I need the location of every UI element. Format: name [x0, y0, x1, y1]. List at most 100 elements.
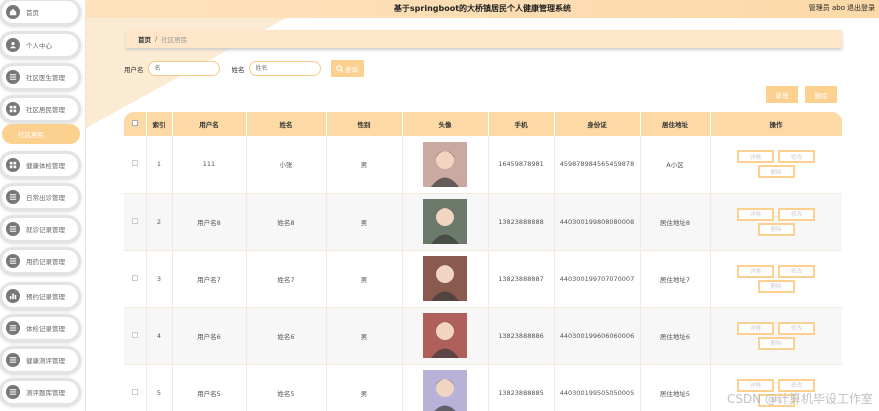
- cell-address: 居住地址5: [640, 364, 711, 411]
- cell-actions: 详情 修改 删除: [710, 250, 842, 308]
- detail-button[interactable]: 详情: [737, 264, 774, 278]
- edit-button[interactable]: 修改: [778, 150, 815, 164]
- row-checkbox[interactable]: [124, 307, 147, 365]
- logout-link[interactable]: 退出登录: [847, 3, 875, 13]
- sidebar-item-5[interactable]: 日常出诊管理: [2, 186, 78, 208]
- delete-row-button[interactable]: 删除: [757, 165, 795, 179]
- cell-phone: 13823888887: [488, 250, 555, 308]
- grid-icon: [6, 102, 20, 116]
- sidebar-item-11[interactable]: 测评题库管理: [2, 381, 78, 403]
- username-input[interactable]: [147, 61, 220, 76]
- watermark: CSDN @计算机毕设工作室: [726, 392, 873, 406]
- list-icon: [6, 353, 20, 367]
- cell-address: 居住地址6: [640, 307, 711, 365]
- row-checkbox[interactable]: [124, 136, 147, 194]
- col-header-actions: 操作: [710, 112, 842, 136]
- cell-gender: 男: [326, 136, 403, 194]
- cell-phone: 16459878981: [488, 136, 555, 194]
- cell-gender: 男: [326, 250, 403, 308]
- delete-row-button[interactable]: 删除: [757, 222, 795, 236]
- delete-button[interactable]: 删除: [805, 86, 837, 103]
- cell-username: 用户名6: [172, 307, 247, 365]
- sidebar-item-6[interactable]: 就诊记录管理: [2, 218, 78, 240]
- delete-row-button[interactable]: 删除: [757, 279, 795, 293]
- app-title: 基于springboot的大桥镇居民个人健康管理系统: [393, 4, 572, 13]
- sidebar-item-10[interactable]: 健康测评管理: [2, 349, 78, 371]
- home-icon: [6, 5, 20, 19]
- sidebar-item-2[interactable]: 社区医生管理: [2, 66, 78, 88]
- sidebar-item-0[interactable]: 首页: [2, 1, 78, 23]
- avatar-image: [423, 313, 467, 358]
- table-header-row: 索引 用户名 姓名 性别 头像 手机 身份证 居住地址 操作: [124, 112, 842, 136]
- search-icon: [336, 64, 344, 73]
- query-button-label: 查询: [345, 65, 358, 74]
- edit-button[interactable]: 修改: [778, 264, 815, 278]
- col-header-address: 居住地址: [640, 112, 711, 136]
- breadcrumb: 首页 / 社区居民: [126, 30, 842, 48]
- list-icon: [6, 222, 20, 236]
- cell-address: A小区: [640, 136, 711, 194]
- query-button[interactable]: 查询: [330, 60, 364, 77]
- breadcrumb-home[interactable]: 首页: [138, 34, 151, 44]
- sidebar-item-label: 健康测评管理: [26, 357, 65, 365]
- col-header-gender: 性别: [326, 112, 403, 136]
- username-label: 用户名: [124, 65, 144, 74]
- breadcrumb-current: 社区居民: [161, 36, 188, 44]
- avatar-image: [423, 199, 467, 244]
- search-bar: 用户名 姓名 查询: [124, 60, 364, 77]
- sidebar-item-label: 体检记录管理: [26, 325, 65, 333]
- sidebar-subitem-active[interactable]: 社区居民: [2, 124, 80, 144]
- edit-button[interactable]: 修改: [778, 321, 815, 335]
- row-checkbox[interactable]: [124, 193, 147, 251]
- cell-name: 姓名5: [246, 364, 327, 411]
- cell-actions: 详情 修改 删除: [710, 193, 842, 251]
- name-label: 姓名: [231, 65, 245, 74]
- table-row: 2 用户名8 姓名8 男 13823888888 440300199808080008 居住…: [124, 193, 842, 251]
- cell-username: 用户名8: [172, 193, 247, 251]
- cell-idcard: 440300199707070007: [554, 250, 641, 308]
- delete-row-button[interactable]: 删除: [757, 336, 795, 350]
- cell-avatar: [402, 136, 489, 194]
- sidebar-item-3[interactable]: 社区居民管理: [2, 98, 78, 120]
- table-row: 1 111 小张男 16459878981 459878984565459878 A小区详…: [124, 136, 842, 194]
- col-header-phone: 手机: [488, 112, 555, 136]
- main-content: 首页 / 社区居民 用户名 姓名 查询 新增 删除 索引 用户名: [86, 18, 879, 411]
- sidebar-item-4[interactable]: 健康体检管理: [2, 154, 78, 176]
- list-icon: [6, 254, 20, 268]
- sidebar-item-label: 用药记录管理: [26, 258, 65, 266]
- row-checkbox[interactable]: [124, 250, 147, 308]
- cell-index: 5: [146, 364, 173, 411]
- detail-button[interactable]: 详情: [737, 321, 774, 335]
- sidebar-item-9[interactable]: 体检记录管理: [2, 317, 78, 339]
- list-icon: [6, 321, 20, 335]
- avatar-image: [423, 370, 467, 411]
- cell-name: 姓名6: [246, 307, 327, 365]
- cell-phone: 13823888886: [488, 307, 555, 365]
- cell-phone: 13823888885: [488, 364, 555, 411]
- detail-button[interactable]: 详情: [737, 207, 774, 221]
- avatar-image: [423, 256, 467, 301]
- edit-button[interactable]: 修改: [778, 207, 815, 221]
- cell-name: 小张: [246, 136, 327, 194]
- cell-username: 用户名7: [172, 250, 247, 308]
- cell-gender: 男: [326, 364, 403, 411]
- detail-button[interactable]: 详情: [737, 150, 774, 164]
- list-icon: [6, 70, 20, 84]
- cell-actions: 详情 修改 删除: [710, 307, 842, 365]
- sidebar-item-1[interactable]: 个人中心: [2, 34, 78, 56]
- cell-avatar: [402, 193, 489, 251]
- cell-avatar: [402, 250, 489, 308]
- add-button[interactable]: 新增: [766, 86, 798, 103]
- current-user: 管理员 abo: [808, 4, 845, 12]
- table-row: 3 用户名7 姓名7 男 13823888887 440300199707070007 居住…: [124, 250, 842, 308]
- select-all-checkbox[interactable]: [124, 112, 147, 136]
- cell-index: 1: [146, 136, 173, 194]
- row-checkbox[interactable]: [124, 364, 147, 411]
- sidebar-item-7[interactable]: 用药记录管理: [2, 250, 78, 272]
- col-header-username: 用户名: [172, 112, 247, 136]
- sidebar-item-label: 测评题库管理: [26, 389, 65, 397]
- name-input[interactable]: [248, 61, 321, 76]
- sidebar-item-8[interactable]: 预约记录管理: [2, 285, 78, 307]
- cell-idcard: 440300199606060006: [554, 307, 641, 365]
- cell-username: 111: [172, 136, 247, 194]
